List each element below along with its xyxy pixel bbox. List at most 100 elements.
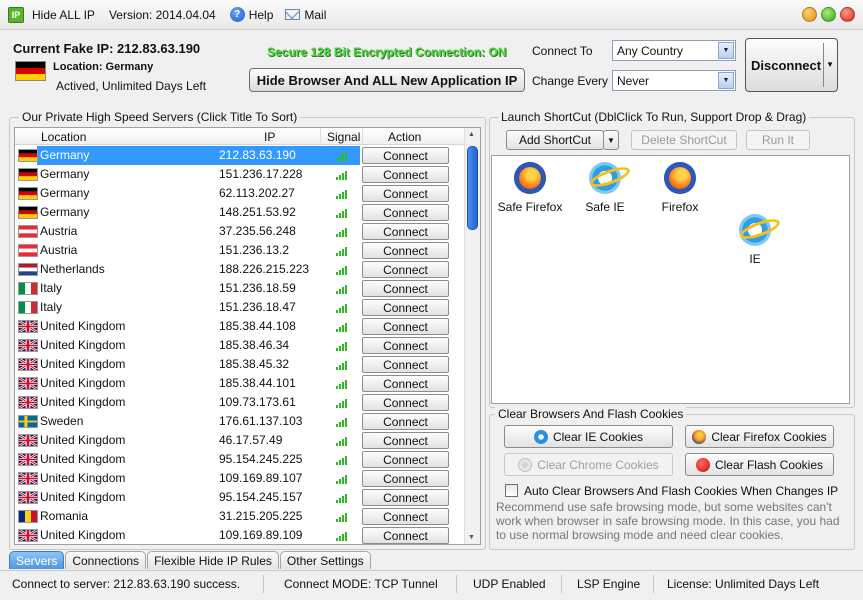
signal-strength-icon [336, 361, 347, 370]
tab-flexible-hide-ip-rules[interactable]: Flexible Hide IP Rules [147, 551, 279, 569]
chevron-down-icon[interactable]: ▼ [718, 72, 734, 89]
server-row[interactable]: United Kingdom 185.38.44.108 Connect [15, 317, 465, 336]
add-shortcut-button[interactable]: Add ShortCut [506, 130, 604, 150]
server-ip: 109.169.89.109 [219, 528, 303, 542]
column-ip[interactable]: IP [264, 130, 275, 144]
server-ip: 151.236.13.2 [219, 243, 290, 257]
signal-strength-icon [336, 285, 347, 294]
server-row[interactable]: Germany 212.83.63.190 Connect [15, 146, 465, 165]
column-location[interactable]: Location [41, 130, 86, 144]
maximize-icon[interactable] [821, 7, 836, 22]
server-row[interactable]: United Kingdom 185.38.44.101 Connect [15, 374, 465, 393]
auto-clear-label[interactable]: Auto Clear Browsers And Flash Cookies Wh… [524, 484, 838, 498]
clear-ie-label: Clear IE Cookies [552, 429, 644, 444]
firefox-icon [692, 429, 707, 444]
help-link[interactable]: ? Help [229, 7, 273, 22]
server-ip: 95.154.245.157 [219, 490, 303, 504]
server-location: United Kingdom [40, 395, 126, 409]
connect-button[interactable]: Connect [362, 261, 449, 278]
server-row[interactable]: Romania 31.215.205.225 Connect [15, 507, 465, 526]
server-row[interactable]: United Kingdom 185.38.45.32 Connect [15, 355, 465, 374]
change-every-select[interactable]: Never ▼ [612, 70, 736, 91]
scroll-down-icon[interactable]: ▼ [468, 534, 475, 541]
server-row[interactable]: Austria 37.235.56.248 Connect [15, 222, 465, 241]
server-row[interactable]: United Kingdom 46.17.57.49 Connect [15, 431, 465, 450]
clear-chrome-cookies-button[interactable]: Clear Chrome Cookies [504, 453, 673, 476]
connect-button[interactable]: Connect [362, 432, 449, 449]
server-row[interactable]: United Kingdom 185.38.46.34 Connect [15, 336, 465, 355]
connect-button[interactable]: Connect [362, 242, 449, 259]
connect-button[interactable]: Connect [362, 394, 449, 411]
server-ip: 109.73.173.61 [219, 395, 296, 409]
tab-other-settings[interactable]: Other Settings [279, 551, 371, 569]
scroll-up-icon[interactable]: ▲ [468, 131, 475, 138]
server-row[interactable]: Sweden 176.61.137.103 Connect [15, 412, 465, 431]
mail-link[interactable]: Mail [285, 8, 326, 22]
server-row[interactable]: Austria 151.236.13.2 Connect [15, 241, 465, 260]
server-row[interactable]: Italy 151.236.18.59 Connect [15, 279, 465, 298]
connect-button[interactable]: Connect [362, 166, 449, 183]
flash-icon [695, 457, 710, 472]
connect-button[interactable]: Connect [362, 223, 449, 240]
activation-status: Actived, Unlimited Days Left [56, 79, 207, 93]
connect-button[interactable]: Connect [362, 147, 449, 164]
server-ip: 188.226.215.223 [219, 262, 310, 276]
delete-shortcut-button[interactable]: Delete ShortCut [631, 130, 737, 150]
server-location: United Kingdom [40, 376, 126, 390]
hide-browser-button[interactable]: Hide Browser And ALL New Application IP [249, 68, 525, 92]
server-location: United Kingdom [40, 357, 126, 371]
connect-button[interactable]: Connect [362, 337, 449, 354]
connect-button[interactable]: Connect [362, 204, 449, 221]
chevron-down-icon[interactable]: ▼ [826, 60, 834, 69]
shortcut-ie[interactable]: IE [719, 214, 791, 266]
run-it-button[interactable]: Run It [746, 130, 810, 150]
status-bar: Connect to server: 212.83.63.190 success… [0, 570, 863, 600]
connect-button[interactable]: Connect [362, 356, 449, 373]
uk-flag-icon [18, 377, 38, 390]
server-row[interactable]: Germany 148.251.53.92 Connect [15, 203, 465, 222]
clear-firefox-cookies-button[interactable]: Clear Firefox Cookies [685, 425, 834, 448]
connect-button[interactable]: Connect [362, 318, 449, 335]
server-list-scrollbar[interactable]: ▲ ▼ [464, 128, 480, 544]
add-shortcut-dropdown[interactable]: ▼ [603, 130, 619, 150]
shortcut-safe-ie[interactable]: Safe IE [569, 162, 641, 214]
clear-ie-cookies-button[interactable]: Clear IE Cookies [504, 425, 673, 448]
connect-button[interactable]: Connect [362, 451, 449, 468]
server-row[interactable]: United Kingdom 109.169.89.109 Connect [15, 526, 465, 544]
scrollbar-thumb[interactable] [467, 146, 478, 230]
shortcut-firefox[interactable]: Firefox [644, 162, 716, 214]
minimize-icon[interactable] [802, 7, 817, 22]
connect-button[interactable]: Connect [362, 280, 449, 297]
server-row[interactable]: United Kingdom 95.154.245.157 Connect [15, 488, 465, 507]
server-row[interactable]: United Kingdom 109.169.89.107 Connect [15, 469, 465, 488]
server-row[interactable]: Germany 62.113.202.27 Connect [15, 184, 465, 203]
server-row[interactable]: Netherlands 188.226.215.223 Connect [15, 260, 465, 279]
connect-to-select[interactable]: Any Country ▼ [612, 40, 736, 61]
connect-button[interactable]: Connect [362, 508, 449, 525]
column-action[interactable]: Action [388, 130, 421, 144]
server-row[interactable]: United Kingdom 109.73.173.61 Connect [15, 393, 465, 412]
column-signal[interactable]: Signal [327, 130, 360, 144]
server-row[interactable]: Italy 151.236.18.47 Connect [15, 298, 465, 317]
tab-connections[interactable]: Connections [65, 551, 147, 569]
connect-button[interactable]: Connect [362, 489, 449, 506]
connect-button[interactable]: Connect [362, 470, 449, 487]
tab-servers[interactable]: Servers [9, 551, 65, 569]
servers-group-title[interactable]: Our Private High Speed Servers (Click Ti… [19, 110, 301, 124]
shortcut-safe-firefox[interactable]: Safe Firefox [494, 162, 566, 214]
connect-button[interactable]: Connect [362, 413, 449, 430]
disconnect-button[interactable]: Disconnect ▼ [745, 38, 838, 92]
server-row[interactable]: United Kingdom 95.154.245.225 Connect [15, 450, 465, 469]
server-row[interactable]: Germany 151.236.17.228 Connect [15, 165, 465, 184]
connect-button[interactable]: Connect [362, 375, 449, 392]
connect-button[interactable]: Connect [362, 185, 449, 202]
de-flag-icon [18, 168, 38, 181]
chevron-down-icon[interactable]: ▼ [718, 42, 734, 59]
connect-button[interactable]: Connect [362, 299, 449, 316]
server-location: Romania [40, 509, 89, 523]
connect-button[interactable]: Connect [362, 527, 449, 544]
close-icon[interactable] [840, 7, 855, 22]
clear-flash-cookies-button[interactable]: Clear Flash Cookies [685, 453, 834, 476]
auto-clear-checkbox[interactable] [505, 484, 518, 497]
firefox-icon [664, 162, 696, 194]
